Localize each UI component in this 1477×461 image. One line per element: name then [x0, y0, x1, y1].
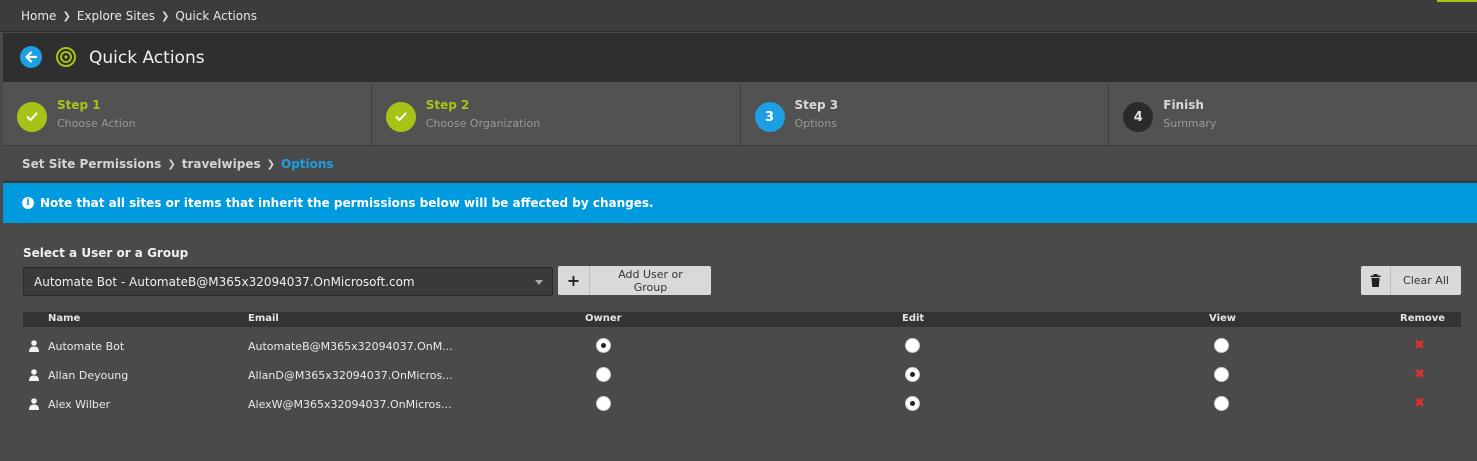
step-finish-title: Finish [1163, 98, 1204, 112]
chevron-right-icon: ❯ [266, 158, 275, 170]
row-name: Alex Wilber [48, 398, 111, 411]
owner-radio[interactable] [596, 396, 611, 411]
plus-icon: + [558, 266, 590, 295]
col-header-email[interactable]: Email [248, 313, 279, 324]
col-header-name[interactable]: Name [48, 313, 80, 324]
title-bar: Quick Actions [3, 33, 1477, 83]
user-group-select[interactable]: Automate Bot - AutomateB@M365x32094037.O… [23, 267, 553, 296]
top-accent [1437, 0, 1477, 2]
col-header-edit: Edit [902, 313, 925, 324]
step-3-subtitle: Options [794, 117, 837, 130]
top-bar: Home ❯ Explore Sites ❯ Quick Actions [0, 0, 1477, 32]
breadcrumb-explore-sites[interactable]: Explore Sites [77, 9, 155, 23]
remove-x-icon[interactable]: ✖ [1414, 367, 1425, 382]
check-icon [385, 102, 416, 132]
step-2-title: Step 2 [425, 98, 470, 112]
user-icon [29, 340, 39, 352]
breadcrumb: Home ❯ Explore Sites ❯ Quick Actions [21, 9, 257, 23]
row-email: AllanD@M365x32094037.OnMicros... [248, 369, 453, 382]
step-1-title: Step 1 [57, 98, 101, 112]
chevron-right-icon: ❯ [62, 10, 71, 22]
step-2[interactable]: Step 2 Choose Organization [372, 83, 741, 145]
view-radio[interactable] [1214, 367, 1229, 382]
info-icon: i [22, 197, 34, 209]
step-3: 3 Step 3 Options [741, 83, 1110, 145]
inheritance-notice: i Note that all sites or items that inhe… [3, 183, 1477, 223]
back-arrow-icon[interactable] [20, 46, 42, 68]
view-radio[interactable] [1214, 338, 1229, 353]
edit-radio[interactable] [905, 367, 920, 382]
step-3-title: Step 3 [794, 98, 839, 112]
row-email: AutomateB@M365x32094037.OnM... [248, 340, 453, 353]
step-1-subtitle: Choose Action [57, 117, 136, 130]
check-icon [17, 102, 47, 132]
clear-all-label: Clear All [1403, 274, 1449, 287]
add-user-or-group-button[interactable]: + Add User or Group [558, 266, 711, 295]
user-icon [29, 398, 39, 410]
table-row: Alex Wilber AlexW@M365x32094037.OnMicros… [23, 390, 1461, 419]
table-row: Allan Deyoung AllanD@M365x32094037.OnMic… [23, 361, 1461, 390]
step-finish-subtitle: Summary [1163, 117, 1217, 130]
edit-radio[interactable] [905, 396, 920, 411]
chevron-right-icon: ❯ [167, 158, 176, 170]
col-header-view: View [1209, 313, 1237, 324]
page-title: Quick Actions [89, 48, 205, 68]
view-radio[interactable] [1214, 396, 1229, 411]
chevron-right-icon: ❯ [160, 10, 170, 22]
step-4-number: 4 [1123, 102, 1154, 132]
user-icon [29, 369, 39, 381]
subcrumb-site[interactable]: travelwipes [182, 157, 261, 171]
col-header-remove: Remove [1400, 313, 1446, 324]
clear-all-button[interactable]: Clear All [1361, 266, 1461, 295]
col-header-owner: Owner [585, 313, 622, 324]
permissions-table-header: Name Email Owner Edit View Remove [23, 312, 1461, 327]
table-row: Automate Bot AutomateB@M365x32094037.OnM… [23, 332, 1461, 361]
selector-label: Select a User or a Group [23, 246, 189, 260]
subcrumb-set-site-permissions[interactable]: Set Site Permissions [22, 157, 161, 171]
step-2-subtitle: Choose Organization [425, 117, 541, 130]
row-name: Allan Deyoung [48, 369, 129, 382]
remove-x-icon[interactable]: ✖ [1414, 338, 1425, 353]
step-finish: 4 Finish Summary [1109, 83, 1477, 145]
user-group-select-value: Automate Bot - AutomateB@M365x32094037.O… [34, 275, 415, 289]
breadcrumb-home[interactable]: Home [21, 9, 56, 23]
options-breadcrumb: Set Site Permissions ❯ travelwipes ❯ Opt… [22, 157, 334, 171]
owner-radio[interactable] [596, 367, 611, 382]
step-3-number: 3 [754, 102, 785, 132]
step-1[interactable]: Step 1 Choose Action [3, 83, 372, 145]
notice-text: Note that all sites or items that inheri… [40, 196, 654, 210]
wizard-stepper: Step 1 Choose Action Step 2 Choose Organ… [3, 83, 1477, 146]
edit-radio[interactable] [905, 338, 920, 353]
target-icon [56, 47, 76, 67]
breadcrumb-quick-actions: Quick Actions [175, 9, 257, 23]
subcrumb-options: Options [281, 157, 334, 171]
add-user-or-group-label: Add User or Group [618, 267, 683, 294]
remove-x-icon[interactable]: ✖ [1414, 396, 1425, 411]
row-email: AlexW@M365x32094037.OnMicros... [248, 398, 452, 411]
chevron-down-icon [535, 280, 543, 285]
row-name: Automate Bot [48, 340, 125, 353]
trash-icon [1361, 266, 1391, 295]
owner-radio[interactable] [596, 338, 611, 353]
